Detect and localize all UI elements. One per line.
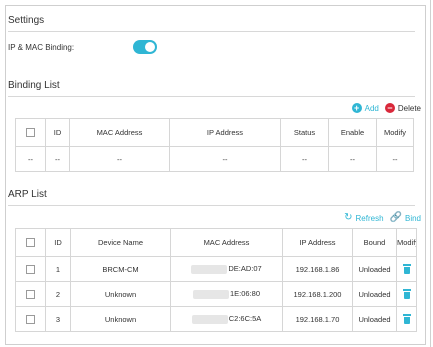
ip-address-cell: 192.168.1.70 xyxy=(282,306,353,332)
trash-icon[interactable] xyxy=(402,289,411,299)
ip-mac-binding-row: IP & MAC Binding: xyxy=(8,39,208,55)
table-row: -- -- -- -- -- -- -- xyxy=(15,146,414,172)
add-label: Add xyxy=(364,103,379,113)
binding-list-table: ID MAC Address IP Address Status Enable … xyxy=(15,118,414,172)
trash-icon[interactable] xyxy=(402,314,411,324)
binding-list-actions: + Add − Delete xyxy=(351,103,421,113)
bind-label: Bind xyxy=(404,213,421,223)
column-header: MAC Address xyxy=(69,118,170,147)
device-name-cell: BRCM-CM xyxy=(70,256,171,282)
arp-list-title: ARP List xyxy=(8,189,47,200)
empty-cell: -- xyxy=(376,146,414,172)
table-row: 2 Unknown 1E:06:80 192.168.1.200 Unloade… xyxy=(15,281,417,307)
row-checkbox[interactable] xyxy=(26,264,35,274)
ip-mac-binding-toggle[interactable] xyxy=(133,40,157,54)
refresh-label: Refresh xyxy=(355,213,384,223)
trash-icon[interactable] xyxy=(402,264,411,274)
link-icon: 🔗 xyxy=(389,212,402,223)
mac-suffix: DE:AD:07 xyxy=(228,264,262,274)
minus-icon: − xyxy=(384,103,395,113)
column-header: Enable xyxy=(328,118,377,147)
table-row: 1 BRCM-CM DE:AD:07 192.168.1.86 Unloaded xyxy=(15,256,417,282)
empty-cell: -- xyxy=(169,146,281,172)
row-checkbox[interactable] xyxy=(26,314,35,324)
empty-cell: -- xyxy=(280,146,329,172)
divider xyxy=(430,0,431,347)
column-header: IP Address xyxy=(169,118,281,147)
delete-button[interactable]: − Delete xyxy=(384,103,421,113)
id-cell: 3 xyxy=(45,306,71,332)
mac-suffix: 1E:06:80 xyxy=(229,289,261,299)
empty-cell: -- xyxy=(45,146,70,172)
select-all-checkbox[interactable] xyxy=(26,128,35,138)
settings-divider xyxy=(8,31,415,32)
toggle-knob xyxy=(145,42,155,52)
arp-list-table: ID Device Name MAC Address IP Address Bo… xyxy=(15,228,417,332)
column-header: Bound xyxy=(352,228,397,257)
column-header: Status xyxy=(280,118,329,147)
redacted-block xyxy=(191,264,228,274)
mac-address-cell: C2:6C:5A xyxy=(170,306,283,332)
arp-list-actions: ↻ Refresh 🔗 Bind xyxy=(344,213,421,223)
empty-cell: -- xyxy=(15,146,46,172)
table-header-row: ID MAC Address IP Address Status Enable … xyxy=(15,118,414,147)
ip-mac-binding-label: IP & MAC Binding: xyxy=(8,42,75,52)
delete-label: Delete xyxy=(397,103,421,113)
add-button[interactable]: + Add xyxy=(351,103,379,113)
device-name-cell: Unknown xyxy=(70,306,171,332)
settings-title: Settings xyxy=(8,15,45,26)
id-cell: 1 xyxy=(45,256,71,282)
column-header: MAC Address xyxy=(170,228,283,257)
row-checkbox[interactable] xyxy=(26,289,35,299)
plus-icon: + xyxy=(351,103,362,113)
binding-list-divider xyxy=(8,96,415,97)
bind-button[interactable]: 🔗 Bind xyxy=(390,213,421,223)
id-cell: 2 xyxy=(45,281,71,307)
mac-address-cell: 1E:06:80 xyxy=(170,281,283,307)
column-header: IP Address xyxy=(282,228,353,257)
table-row: 3 Unknown C2:6C:5A 192.168.1.70 Unloaded xyxy=(15,306,417,332)
bound-cell: Unloaded xyxy=(352,256,397,282)
column-header: ID xyxy=(45,228,71,257)
select-all-checkbox[interactable] xyxy=(26,238,35,248)
empty-cell: -- xyxy=(328,146,377,172)
refresh-icon: ↻ xyxy=(344,212,353,223)
mac-address-cell: DE:AD:07 xyxy=(170,256,283,282)
column-header: Modify xyxy=(376,118,414,147)
empty-cell: -- xyxy=(69,146,170,172)
redacted-block xyxy=(191,314,228,324)
column-header: ID xyxy=(45,118,70,147)
redacted-block xyxy=(192,289,229,299)
binding-list-title: Binding List xyxy=(8,80,60,91)
ip-address-cell: 192.168.1.200 xyxy=(282,281,353,307)
bound-cell: Unloaded xyxy=(352,281,397,307)
mac-suffix: C2:6C:5A xyxy=(228,314,262,324)
arp-list-divider xyxy=(8,205,415,206)
column-header: Modify xyxy=(396,228,417,257)
ip-address-cell: 192.168.1.86 xyxy=(282,256,353,282)
column-header: Device Name xyxy=(70,228,171,257)
refresh-button[interactable]: ↻ Refresh xyxy=(344,213,383,223)
table-header-row: ID Device Name MAC Address IP Address Bo… xyxy=(15,228,417,257)
bound-cell: Unloaded xyxy=(352,306,397,332)
device-name-cell: Unknown xyxy=(70,281,171,307)
